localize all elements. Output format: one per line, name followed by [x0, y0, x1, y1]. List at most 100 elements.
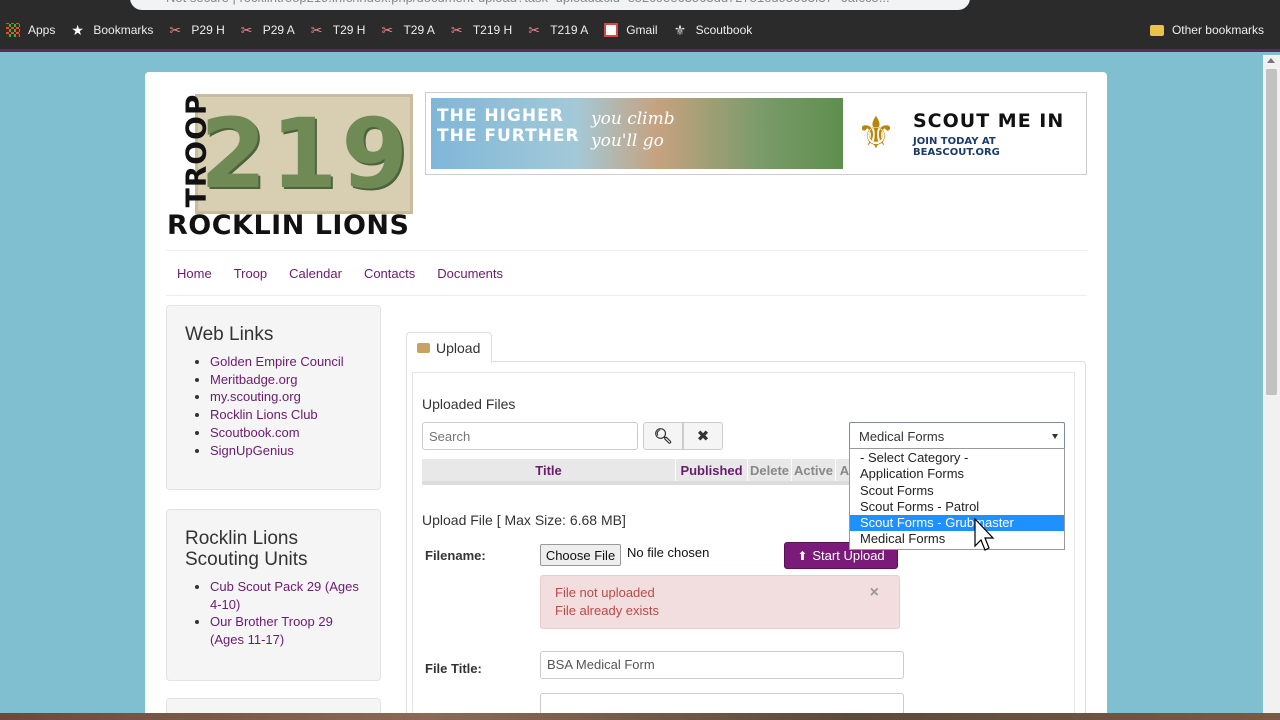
- bookmark-gmail[interactable]: Gmail: [604, 22, 658, 37]
- list-item: SignUpGenius: [210, 442, 362, 460]
- troop-icon: ✂: [381, 21, 394, 38]
- other-bookmarks[interactable]: Other bookmarks: [1149, 23, 1264, 37]
- bookmark-scoutbook[interactable]: ⚜ Scoutbook: [674, 23, 753, 37]
- banner-sub: JOIN TODAY AT BEASCOUT.ORG: [913, 135, 1000, 158]
- link-my-scouting[interactable]: my.scouting.org: [210, 389, 301, 404]
- logo-digit: 1: [270, 98, 338, 210]
- no-file-text: No file chosen: [627, 545, 710, 560]
- main-nav: Home Troop Calendar Contacts Documents: [166, 250, 1087, 296]
- bookmark-bookmarks[interactable]: ★ Bookmarks: [71, 23, 153, 37]
- list-item: Scoutbook.com: [210, 424, 362, 442]
- alert-line: File already exists: [555, 603, 660, 618]
- list-item: Our Brother Troop 29 (Ages 11-17): [210, 613, 362, 648]
- category-dropdown: - Select Category - Application Forms Sc…: [849, 448, 1065, 550]
- bsa-fleur-icon: ⚜: [856, 109, 896, 158]
- address-bar[interactable]: Not secure | rocklintroop219.info/index.…: [130, 0, 970, 10]
- logo-digit: 9: [341, 98, 409, 210]
- link-meritbadge[interactable]: Meritbadge.org: [210, 372, 297, 387]
- banner-image: THE HIGHER THE FURTHER you climb you'll …: [431, 98, 843, 169]
- logo-patch: 2 1 9: [195, 94, 413, 214]
- link-scoutbook[interactable]: Scoutbook.com: [210, 425, 300, 440]
- uploaded-files-title: Uploaded Files: [422, 396, 516, 412]
- bookmark-t29a[interactable]: ✂ T29 A: [381, 23, 434, 37]
- banner-script: you climb you'll go: [591, 109, 675, 151]
- col-active: Active: [792, 459, 836, 481]
- close-icon[interactable]: ×: [870, 584, 879, 602]
- category-option[interactable]: Scout Forms - Patrol: [850, 499, 1064, 515]
- filename-label: Filename:: [425, 548, 486, 563]
- scoutbook-icon: ⚜: [673, 21, 687, 38]
- web-links-module: Web Links Golden Empire Council Meritbad…: [166, 305, 381, 490]
- bookmarks-bar: Apps ★ Bookmarks ✂ P29 H ✂ P29 A ✂ T29 H ✂ T2…: [0, 10, 1280, 52]
- troop-icon: ✂: [169, 21, 182, 38]
- nav-contacts[interactable]: Contacts: [353, 266, 426, 281]
- scroll-thumb[interactable]: [1266, 69, 1277, 395]
- bookmark-apps[interactable]: Apps: [6, 22, 55, 37]
- folder-icon: [417, 342, 430, 353]
- list-item: Meritbadge.org: [210, 371, 362, 389]
- scout-me-in-banner[interactable]: THE HIGHER THE FURTHER you climb you'll …: [425, 92, 1087, 175]
- star-icon: ★: [71, 21, 84, 38]
- file-title-label: File Title:: [425, 661, 482, 676]
- scroll-up-arrow-icon[interactable]: [1267, 58, 1275, 63]
- bookmark-p29h[interactable]: ✂ P29 H: [169, 23, 224, 37]
- file-title-input[interactable]: BSA Medical Form: [540, 651, 904, 679]
- upload-icon: ⬆: [797, 548, 808, 563]
- search-button[interactable]: 🔍︎: [643, 422, 683, 450]
- col-published[interactable]: Published: [676, 459, 748, 481]
- category-select[interactable]: Medical Forms: [849, 422, 1065, 450]
- search-input[interactable]: [422, 422, 638, 450]
- col-title[interactable]: Title: [422, 459, 676, 481]
- nav-home[interactable]: Home: [166, 266, 223, 281]
- list-item: my.scouting.org: [210, 388, 362, 406]
- link-cub-scout-pack[interactable]: Cub Scout Pack 29 (Ages 4-10): [210, 579, 359, 612]
- logo-troop-text: TROOP: [179, 93, 213, 208]
- mouse-cursor-icon: [974, 518, 995, 551]
- troop-icon: ✂: [528, 21, 540, 38]
- nav-calendar[interactable]: Calendar: [278, 266, 353, 281]
- clear-search-button[interactable]: ✖: [683, 422, 723, 450]
- bookmark-p29a[interactable]: ✂ P29 A: [241, 23, 295, 37]
- page-scrollbar[interactable]: [1263, 55, 1280, 720]
- gmail-icon: [604, 22, 619, 37]
- list-item: Cub Scout Pack 29 (Ages 4-10): [210, 578, 362, 613]
- alert-line: File not uploaded: [555, 585, 655, 600]
- link-rocklin-lions-club[interactable]: Rocklin Lions Club: [210, 407, 318, 422]
- category-option[interactable]: Application Forms: [850, 466, 1064, 482]
- category-option-highlighted[interactable]: Scout Forms - Grubmaster: [850, 515, 1064, 532]
- category-option[interactable]: Scout Forms: [850, 483, 1064, 499]
- site-logo[interactable]: 2 1 9 TROOP ROCKLIN LIONS: [167, 92, 417, 242]
- banner-headline: THE HIGHER THE FURTHER: [437, 106, 580, 146]
- chevron-down-icon: [1052, 434, 1058, 439]
- files-table-header: Title Published Delete Active A: [422, 459, 854, 485]
- link-brother-troop[interactable]: Our Brother Troop 29 (Ages 11-17): [210, 614, 333, 647]
- col-delete: Delete: [748, 459, 792, 481]
- apps-icon: [6, 22, 20, 37]
- upload-file-title: Upload File [ Max Size: 6.68 MB]: [422, 512, 626, 528]
- folder-icon: [1149, 24, 1164, 36]
- choose-file-button[interactable]: Choose File: [540, 544, 621, 566]
- close-icon: ✖: [696, 428, 710, 445]
- search-icon: 🔍︎: [653, 428, 673, 445]
- category-option[interactable]: - Select Category -: [850, 450, 1064, 466]
- module-title: Web Links: [185, 324, 274, 345]
- taskbar-strip: [0, 713, 1280, 720]
- module-title: Rocklin Lions Scouting Units: [185, 528, 308, 570]
- error-alert: File not uploaded File already exists ×: [540, 575, 900, 629]
- link-golden-empire[interactable]: Golden Empire Council: [210, 354, 344, 369]
- troop-icon: ✂: [310, 21, 323, 38]
- browser-toolbar: Not secure | rocklintroop219.info/index.…: [0, 0, 1280, 10]
- bookmark-t219a[interactable]: ✂ T219 A: [528, 23, 588, 37]
- category-option[interactable]: Medical Forms: [850, 531, 1064, 547]
- troop-icon: ✂: [450, 21, 463, 38]
- link-signupgenius[interactable]: SignUpGenius: [210, 443, 294, 458]
- bookmark-t219h[interactable]: ✂ T219 H: [451, 23, 512, 37]
- list-item: Golden Empire Council: [210, 353, 362, 371]
- nav-documents[interactable]: Documents: [426, 266, 514, 281]
- scouting-units-module: Rocklin Lions Scouting Units Cub Scout P…: [166, 509, 381, 681]
- banner-cta: SCOUT ME IN: [913, 109, 1065, 132]
- bookmark-t29h[interactable]: ✂ T29 H: [311, 23, 366, 37]
- tab-upload[interactable]: Upload: [406, 332, 492, 363]
- troop-icon: ✂: [240, 21, 253, 38]
- nav-troop[interactable]: Troop: [223, 266, 278, 281]
